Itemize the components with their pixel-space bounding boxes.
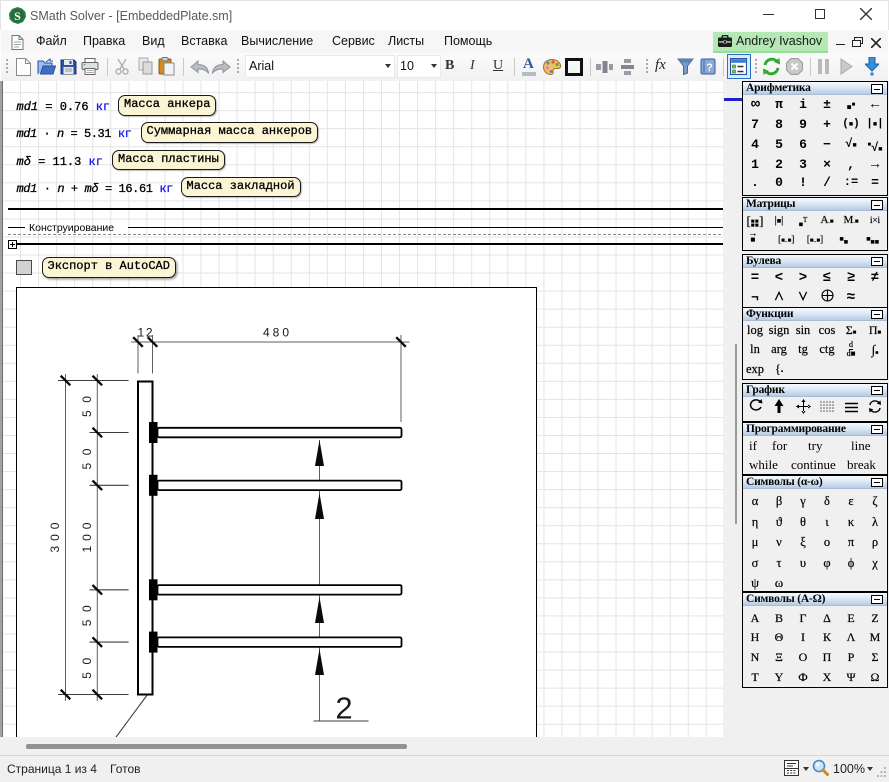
svg-text:2: 2 — [335, 690, 352, 725]
svg-text:12: 12 — [138, 325, 153, 339]
svg-text:S: S — [14, 9, 21, 23]
svg-text:480: 480 — [263, 325, 289, 339]
svg-text:300: 300 — [48, 522, 62, 552]
svg-text:?: ? — [706, 62, 713, 74]
svg-text:100: 100 — [80, 522, 94, 552]
